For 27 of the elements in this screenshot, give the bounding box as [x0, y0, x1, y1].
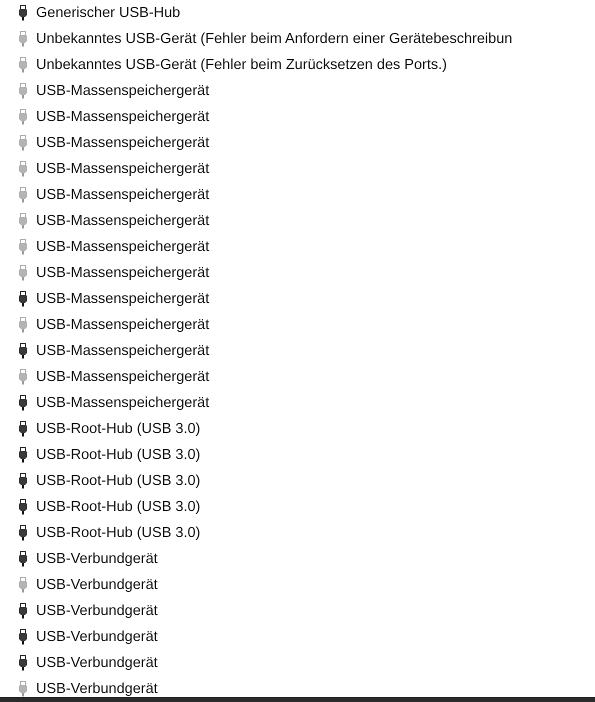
device-label[interactable]: USB-Massenspeichergerät [36, 317, 210, 333]
device-label[interactable]: USB-Massenspeichergerät [36, 135, 210, 151]
device-label[interactable]: Unbekanntes USB-Gerät (Fehler beim Zurücksetzen des Ports.) [36, 57, 447, 73]
device-label[interactable]: USB-Massenspeichergerät [36, 213, 210, 229]
device-label[interactable]: USB-Massenspeichergerät [36, 291, 210, 307]
device-label[interactable]: USB-Massenspeichergerät [36, 395, 210, 411]
device-label[interactable]: USB-Verbundgerät [36, 655, 158, 671]
device-label[interactable]: USB-Root-Hub (USB 3.0) [36, 525, 200, 541]
device-label[interactable]: Generischer USB-Hub [36, 5, 180, 21]
device-label[interactable]: USB-Root-Hub (USB 3.0) [36, 473, 200, 489]
device-label[interactable]: USB-Verbundgerät [36, 629, 158, 645]
device-label[interactable]: USB-Root-Hub (USB 3.0) [36, 499, 200, 515]
device-label[interactable]: USB-Verbundgerät [36, 551, 158, 567]
device-label[interactable]: USB-Verbundgerät [36, 603, 158, 619]
device-label[interactable]: USB-Root-Hub (USB 3.0) [36, 447, 200, 463]
device-label[interactable]: USB-Massenspeichergerät [36, 83, 210, 99]
device-label[interactable]: USB-Verbundgerät [36, 577, 158, 593]
device-label[interactable]: USB-Massenspeichergerät [36, 239, 210, 255]
device-label[interactable]: USB-Massenspeichergerät [36, 343, 210, 359]
device-label[interactable]: USB-Verbundgerät [36, 681, 158, 697]
device-label[interactable]: USB-Massenspeichergerät [36, 265, 210, 281]
device-label[interactable]: USB-Massenspeichergerät [36, 187, 210, 203]
device-label[interactable]: Unbekanntes USB-Gerät (Fehler beim Anfordern einer Gerätebeschreibun [36, 31, 512, 47]
device-label[interactable]: USB-Massenspeichergerät [36, 161, 210, 177]
device-label[interactable]: USB-Massenspeichergerät [36, 109, 210, 125]
device-label[interactable]: USB-Massenspeichergerät [36, 369, 210, 385]
device-label[interactable]: USB-Root-Hub (USB 3.0) [36, 421, 200, 437]
